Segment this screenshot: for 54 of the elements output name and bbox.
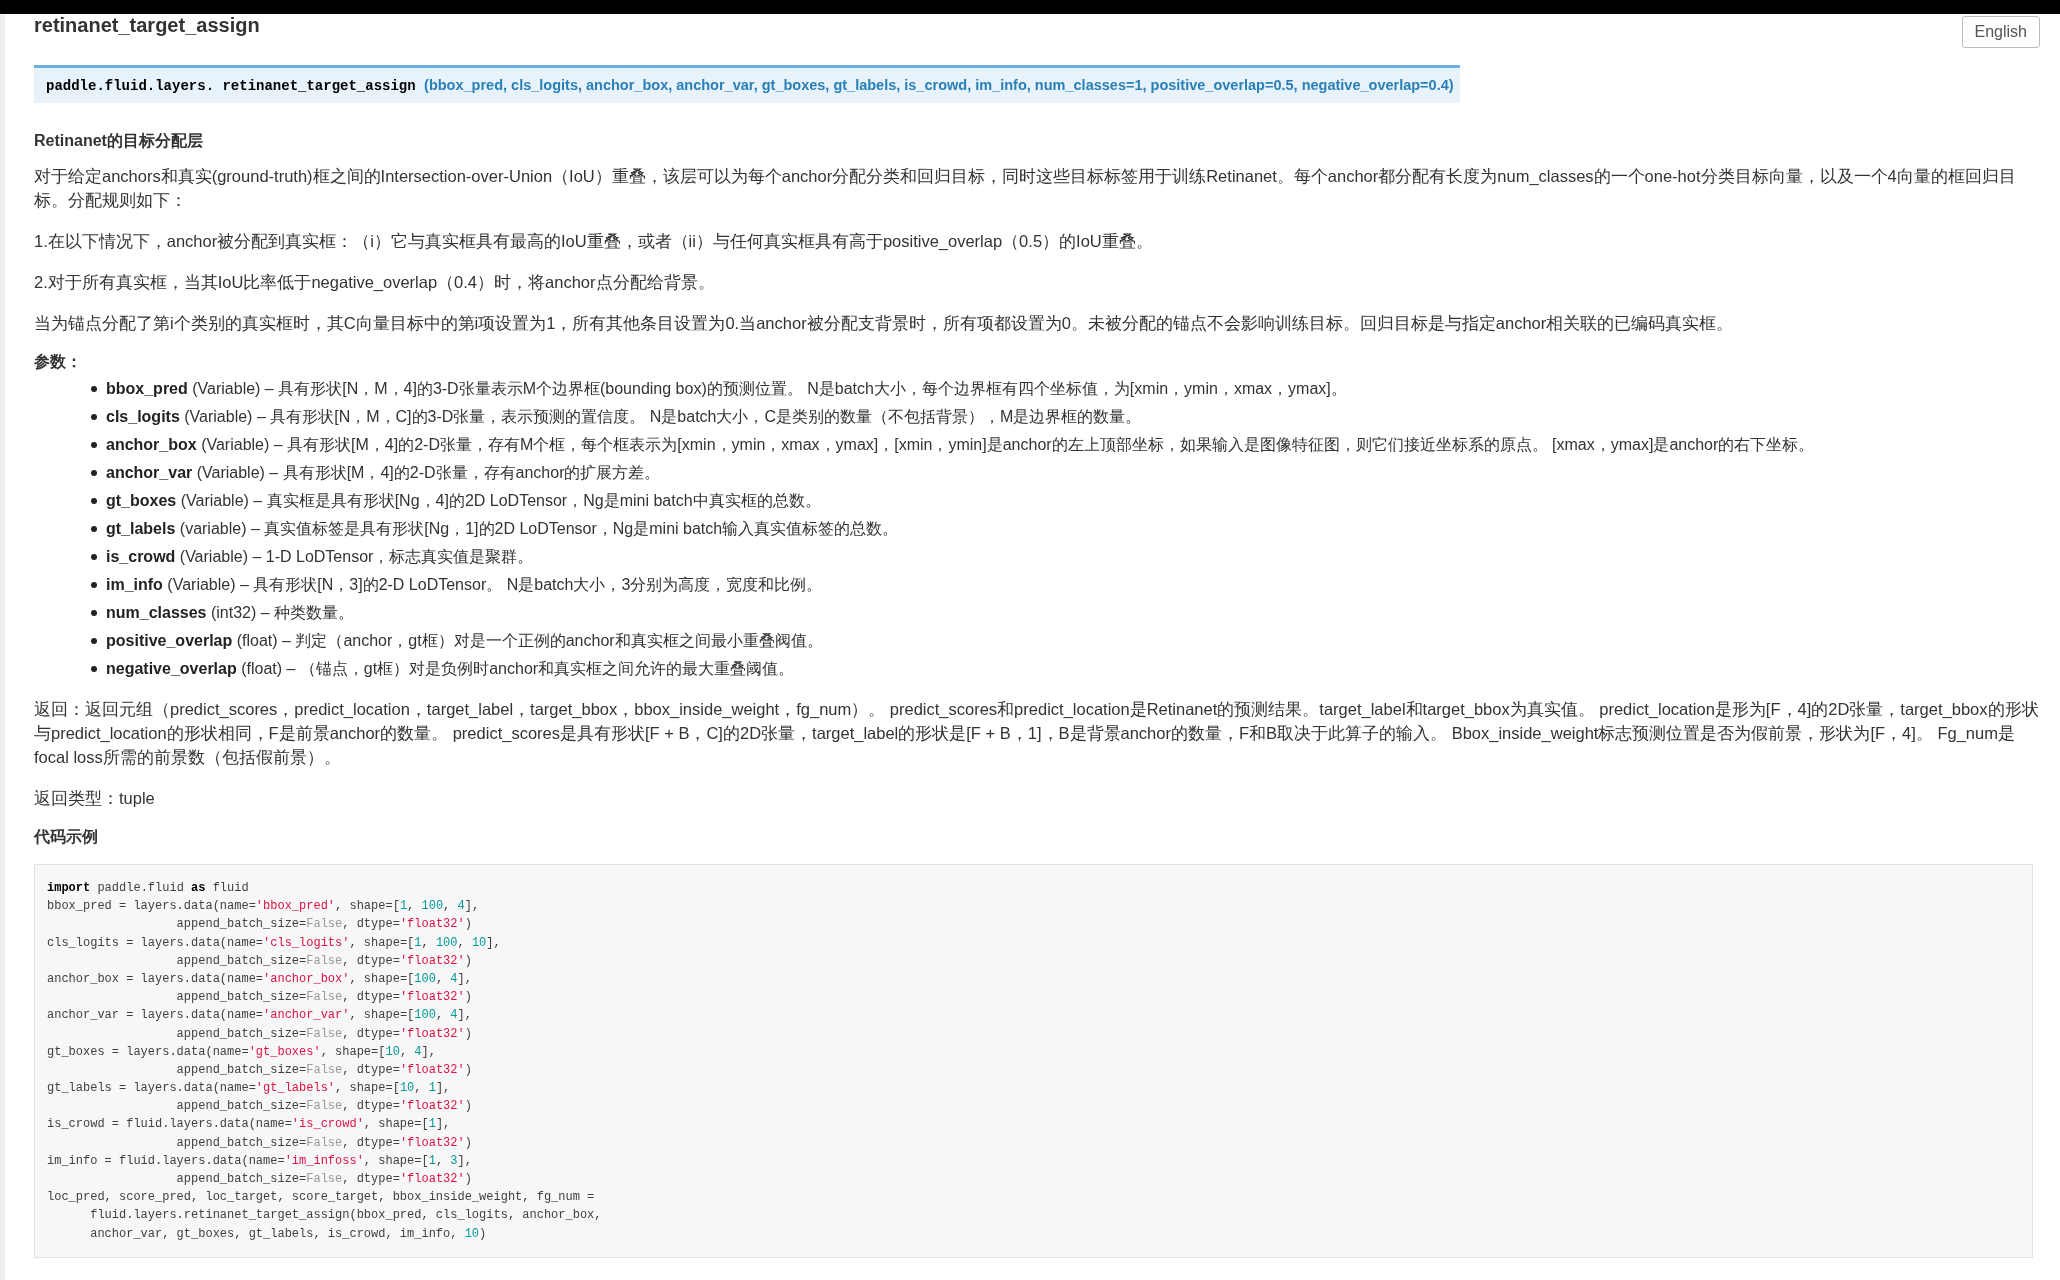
paragraph: 2.对于所有真实框，当其IoU比率低于negative_overlap（0.4）时，将anchor点分配给背景。 — [34, 272, 716, 293]
code-line: import paddle.fluid as fluid — [47, 880, 250, 897]
code-line: gt_labels = layers.data(name='gt_labels', shape=[10, 1], — [47, 1080, 452, 1098]
bullet-icon — [91, 414, 97, 420]
code-line: cls_logits = layers.data(name='cls_logits', shape=[1, 100, 10], — [47, 934, 502, 952]
code-line: anchor_var = layers.data(name='anchor_var', shape=[100, 4], — [47, 1007, 473, 1025]
code-line: gt_boxes = layers.data(name='gt_boxes', shape=[10, 4], — [47, 1043, 437, 1061]
code-line: anchor_var, gt_boxes, gt_labels, is_crowd, im_info, 10) — [89, 1225, 488, 1243]
page-title: retinanet_target_assign — [34, 14, 260, 36]
language-button[interactable]: English — [1961, 16, 2040, 48]
paragraph: 1.在以下情况下，anchor被分配到真实框：（i）它与真实框具有最高的IoU重叠，或者（ii）与任何真实框具有高于positive_overlap（0.5）的IoU重叠。 — [34, 231, 1154, 252]
bullet-icon — [91, 470, 97, 476]
code-line: bbox_pred = layers.data(name='bbox_pred', shape=[1, 100, 4], — [47, 898, 481, 916]
code-line: is_crowd = fluid.layers.data(name='is_crowd', shape=[1], — [47, 1116, 452, 1134]
param-description: bbox_pred (Variable) – 具有形状[N，M，4]的3-D张量表示M个边界框(bounding box)的预测位置。 N是batch大小，每个边界框有四个坐标值，为[xmin，ymin，xmax，ymax]。 — [106, 379, 1347, 399]
return-type: 返回类型：tuple — [34, 788, 156, 809]
param-description: anchor_var (Variable) – 具有形状[M，4]的2-D张量，存有anchor的扩展方差。 — [106, 463, 661, 483]
paragraph: 返回：返回元组（predict_scores，predict_location，target_label，target_bbox，bbox_inside_weight，fg_num）。 predict_scores和predict_location是Retinanet的预测结果。target_label和target_bbox为真实值。 predict_location是形为[F，4]的2D张量，target_bbox的形状与predict_location的形状相同，F是前景anchor的数量。 predict_scores是具有形状[F + B，C]的2D张量，target_label的形状是[F + B，1]，B是背景anchor的数量，F和B取决于此算子的输入。 Bbox_inside_weight标志预测位置是否为假前景，形状为[F，4]。 Fg_num是focal loss所需的前景数（包括假前景）。 — [34, 699, 2040, 768]
param-description: gt_labels (variable) – 真实值标签是具有形状[Ng，1]的2D LoDTensor，Ng是mini batch输入真实值标签的总数。 — [106, 519, 899, 539]
param-description: im_info (Variable) – 具有形状[N，3]的2-D LoDTensor。 N是batch大小，3分别为高度，宽度和比例。 — [106, 575, 823, 595]
code-line: append_batch_size=False, dtype='float32') — [175, 916, 473, 934]
code-line: append_batch_size=False, dtype='float32') — [175, 1134, 473, 1152]
code-line: append_batch_size=False, dtype='float32') — [175, 1061, 473, 1079]
param-description: num_classes (int32) – 种类数量。 — [106, 603, 355, 623]
bullet-icon — [91, 386, 97, 392]
param-description: positive_overlap (float) – 判定（anchor，gt框）对是一个正例的anchor和真实框之间最小重叠阀值。 — [106, 631, 823, 651]
param-description: is_crowd (Variable) – 1-D LoDTensor，标志真实值是聚群。 — [106, 547, 534, 567]
code-line: append_batch_size=False, dtype='float32') — [175, 952, 473, 970]
params-label: 参数： — [34, 352, 83, 372]
param-description: cls_logits (Variable) – 具有形状[N，M，C]的3-D张量，表示预测的置信度。 N是batch大小，C是类别的数量（不包括背景），M是边界框的数量。 — [106, 407, 1142, 427]
code-line: anchor_box = layers.data(name='anchor_box', shape=[100, 4], — [47, 970, 473, 988]
param-description: anchor_box (Variable) – 具有形状[M，4]的2-D张量，存有M个框，每个框表示为[xmin，ymin，xmax，ymax]，[xmin，ymin]是anchor的左上顶部坐标，如果输入是图像特征图，则它们接近坐标系的原点。 [xmax，ymax]是anchor的右下坐标。 — [106, 435, 1815, 455]
code-line: append_batch_size=False, dtype='float32') — [175, 1171, 473, 1188]
bullet-icon — [91, 610, 97, 616]
bullet-icon — [91, 442, 97, 448]
bullet-icon — [91, 526, 97, 532]
paragraph: 当为锚点分配了第i个类别的真实框时，其C向量目标中的第i项设置为1，所有其他条目设置为0.当anchor被分配支背景时，所有项都设置为0。未被分配的锚点不会影响训练目标。回归目标是与指定anchor相关联的已编码真实框。 — [34, 313, 1735, 334]
section-heading: 代码示例 — [34, 827, 99, 847]
bullet-icon — [91, 582, 97, 588]
function-signature: paddle.fluid.layers. retinanet_target_assign (bbox_pred, cls_logits, anchor_box, anchor_var, gt_boxes, gt_labels, is_crowd, im_info, num_classes=1, positive_overlap=0.5, negative_overlap=0.4) — [34, 65, 1460, 103]
section-heading: Retinanet的目标分配层 — [34, 131, 204, 151]
bullet-icon — [91, 498, 97, 504]
bullet-icon — [91, 666, 97, 672]
param-description: gt_boxes (Variable) – 真实框是具有形状[Ng，4]的2D LoDTensor，Ng是mini batch中真实框的总数。 — [106, 491, 821, 511]
code-line: im_info = fluid.layers.data(name='im_infoss', shape=[1, 3], — [47, 1152, 473, 1170]
param-description: negative_overlap (float) – （锚点，gt框）对是负例时anchor和真实框之间允许的最大重叠阈值。 — [106, 659, 795, 679]
code-line: append_batch_size=False, dtype='float32') — [175, 1025, 473, 1043]
bullet-icon — [91, 554, 97, 560]
code-line: append_batch_size=False, dtype='float32') — [175, 989, 473, 1007]
code-line: append_batch_size=False, dtype='float32') — [175, 1098, 473, 1116]
code-line: fluid.layers.retinanet_target_assign(bbox_pred, cls_logits, anchor_box, — [89, 1207, 603, 1225]
code-line: loc_pred, score_pred, loc_target, score_target, bbox_inside_weight, fg_num = — [47, 1189, 596, 1207]
paragraph: 对于给定anchors和真实(ground-truth)框之间的Intersection-over-Union（IoU）重叠，该层可以为每个anchor分配分类和回归目标，同时这些目标标签用于训练Retinanet。每个anchor都分配有长度为num_classes的一个one-hot分类目标向量，以及一个4向量的框回归目标。分配规则如下： — [34, 166, 2017, 211]
bullet-icon — [91, 638, 97, 644]
